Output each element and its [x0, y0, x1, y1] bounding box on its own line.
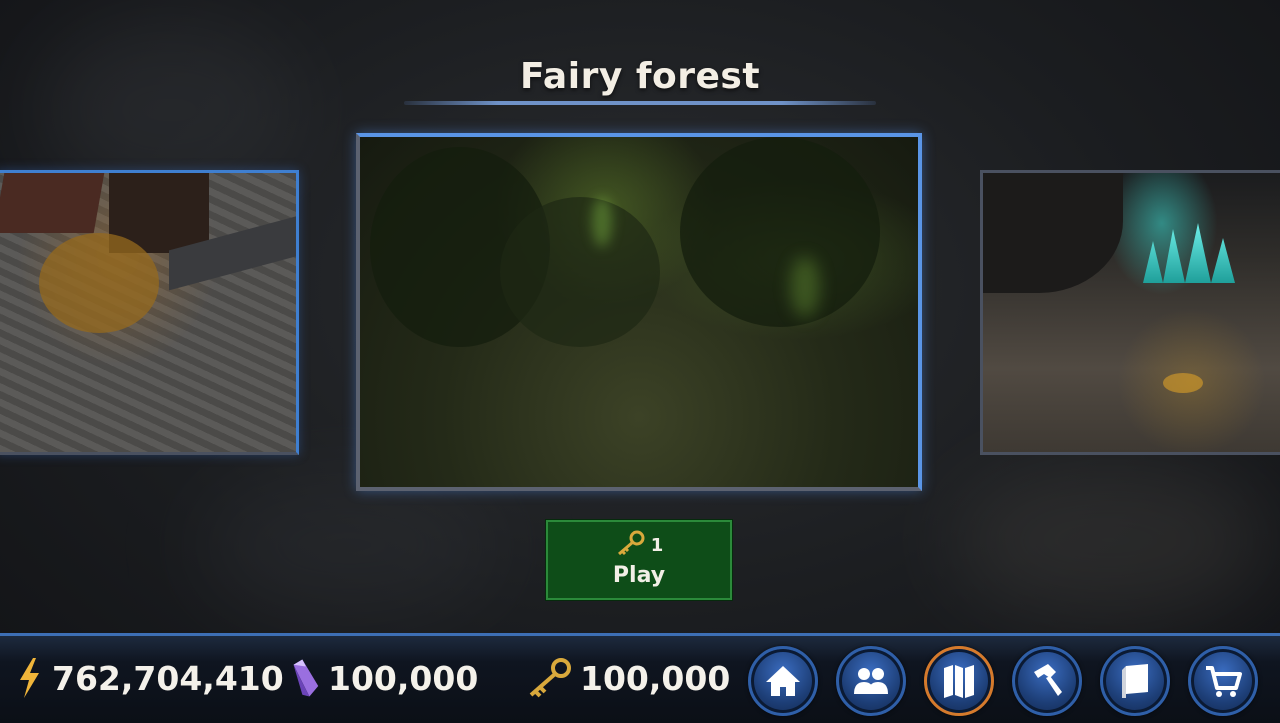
- book-icon: [1122, 664, 1148, 698]
- crystal-counter: 100,000: [290, 658, 478, 698]
- cave-rock: [983, 173, 1123, 293]
- key-counter: 100,000: [526, 658, 730, 698]
- party-icon: [854, 668, 888, 694]
- craft-button[interactable]: [1012, 646, 1082, 716]
- energy-value: 762,704,410: [52, 658, 284, 698]
- forest-glow: [790, 257, 820, 317]
- key-icon: [615, 530, 645, 561]
- play-button[interactable]: 1 Play: [545, 519, 733, 601]
- map-card-fairy-forest[interactable]: [356, 133, 922, 491]
- key-icon: [526, 658, 572, 698]
- crystal-value: 100,000: [328, 658, 479, 698]
- play-cost: 1: [615, 530, 664, 561]
- energy-counter: 762,704,410: [14, 658, 284, 698]
- title-underline: [404, 101, 876, 105]
- party-button[interactable]: [836, 646, 906, 716]
- home-button[interactable]: [748, 646, 818, 716]
- hammer-icon: [1034, 664, 1062, 696]
- map-icon: [944, 665, 974, 698]
- crystal-icon: [290, 658, 320, 698]
- bottom-bar: 762,704,410 100,000 100,000: [0, 633, 1280, 723]
- cart-icon: [1206, 666, 1242, 697]
- home-icon: [766, 666, 800, 696]
- book-button[interactable]: [1100, 646, 1170, 716]
- shop-button[interactable]: [1188, 646, 1258, 716]
- play-label: Play: [612, 562, 666, 588]
- map-button[interactable]: [924, 646, 994, 716]
- forest-tree: [500, 197, 660, 347]
- background-blur: [950, 460, 1270, 620]
- village-roof: [0, 173, 105, 233]
- play-cost-value: 1: [650, 535, 664, 556]
- forest-tree: [680, 137, 880, 327]
- cyan-crystals: [1143, 223, 1235, 283]
- map-card-crystal-cave[interactable]: [980, 170, 1280, 455]
- forest-glow: [592, 197, 612, 247]
- autumn-tree: [39, 233, 159, 333]
- stage-title: Fairy forest: [519, 56, 761, 97]
- gold-coins: [1163, 373, 1203, 393]
- key-value: 100,000: [580, 658, 731, 698]
- map-card-village[interactable]: [0, 170, 299, 455]
- background-blur: [200, 470, 500, 620]
- lightning-icon: [14, 658, 44, 698]
